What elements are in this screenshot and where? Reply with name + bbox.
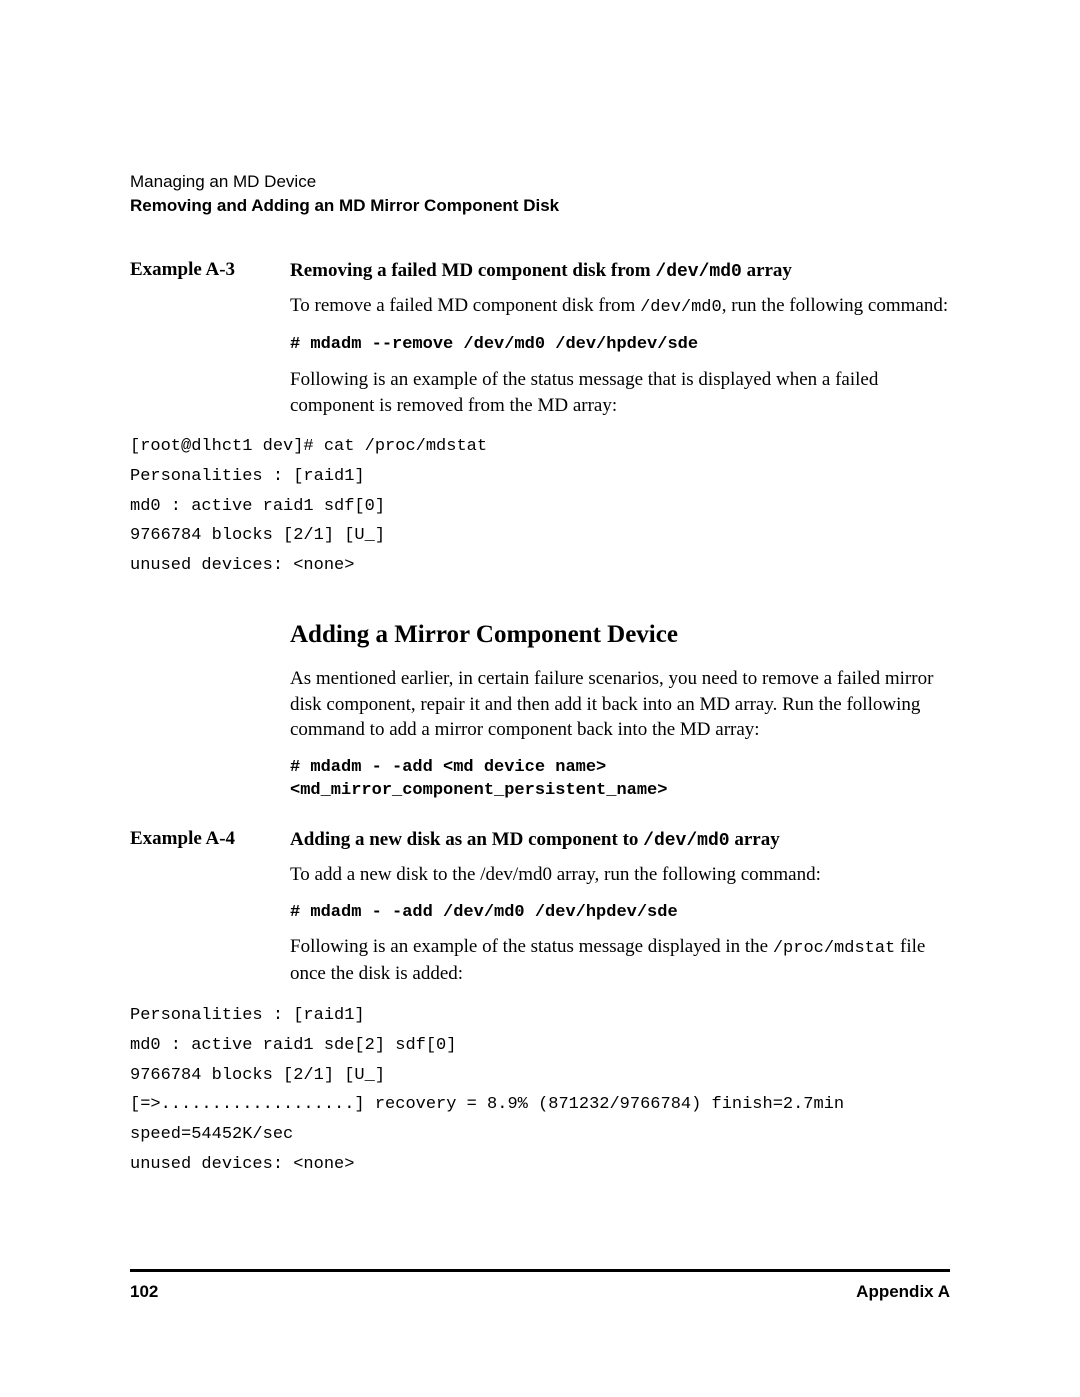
example-a3-title: Removing a failed MD component disk from… bbox=[290, 260, 792, 281]
example-a3-title-post: array bbox=[742, 260, 792, 281]
example-a3-p1: To remove a failed MD component disk fro… bbox=[290, 293, 950, 320]
page-number: 102 bbox=[130, 1282, 158, 1302]
page-footer: 102 Appendix A bbox=[130, 1269, 950, 1302]
example-a4-p1: To add a new disk to the /dev/md0 array,… bbox=[290, 862, 950, 888]
example-a4-p2: Following is an example of the status me… bbox=[290, 934, 950, 987]
example-a3-title-pre: Removing a failed MD component disk from bbox=[290, 260, 655, 281]
example-a4-title-pre: Adding a new disk as an MD component to bbox=[290, 829, 643, 850]
example-a4-title: Adding a new disk as an MD component to … bbox=[290, 829, 780, 850]
example-a3-p1-mono: /dev/md0 bbox=[640, 298, 722, 317]
code-block-1: [root@dlhct1 dev]# cat /proc/mdstat Pers… bbox=[130, 432, 950, 581]
example-a4-p2-mono: /proc/mdstat bbox=[773, 939, 895, 958]
footer-rule bbox=[130, 1269, 950, 1272]
example-a4-p2-pre: Following is an example of the status me… bbox=[290, 936, 773, 957]
example-a3-label: Example A-3 bbox=[130, 258, 290, 418]
example-a4-command: # mdadm - -add /dev/md0 /dev/hpdev/sde bbox=[290, 902, 950, 925]
running-header-bold: Removing and Adding an MD Mirror Compone… bbox=[130, 196, 950, 216]
example-a3-command: # mdadm --remove /dev/md0 /dev/hpdev/sde bbox=[290, 334, 950, 357]
example-a4-title-post: array bbox=[730, 829, 780, 850]
adding-intro-paragraph: As mentioned earlier, in certain failure… bbox=[290, 666, 950, 743]
example-a4-label: Example A-4 bbox=[130, 827, 290, 987]
example-a3-p1-post: , run the following command: bbox=[722, 295, 948, 316]
adding-command: # mdadm - -add <md device name> <md_mirr… bbox=[290, 757, 950, 803]
appendix-label: Appendix A bbox=[856, 1282, 950, 1302]
section-heading-adding: Adding a Mirror Component Device bbox=[290, 617, 950, 652]
page: Managing an MD Device Removing and Addin… bbox=[0, 0, 1080, 1397]
example-a3-p1-pre: To remove a failed MD component disk fro… bbox=[290, 295, 640, 316]
example-a4-title-mono: /dev/md0 bbox=[643, 831, 729, 851]
running-header-light: Managing an MD Device bbox=[130, 170, 950, 194]
code-block-2: Personalities : [raid1] md0 : active rai… bbox=[130, 1001, 950, 1180]
example-a3-p2: Following is an example of the status me… bbox=[290, 367, 950, 418]
example-a3-title-mono: /dev/md0 bbox=[655, 262, 741, 282]
